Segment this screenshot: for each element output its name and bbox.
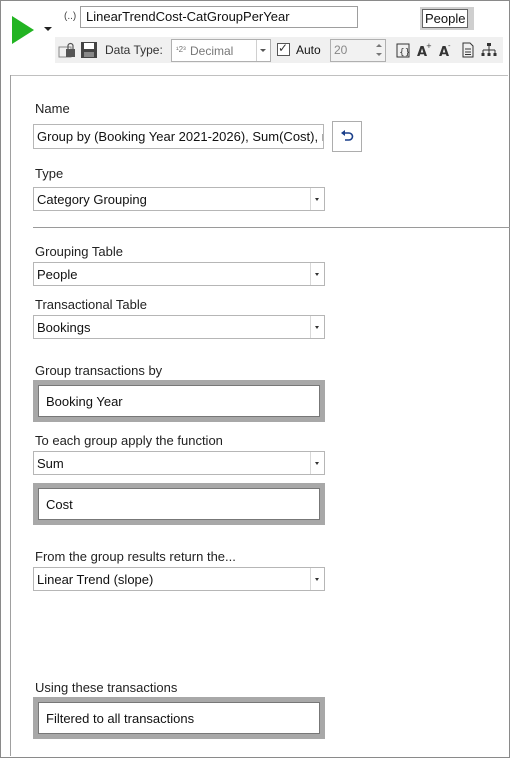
measure-editor-window	[0, 0, 510, 758]
chevron-down-icon[interactable]	[310, 263, 324, 285]
grouping-table-label: Grouping Table	[35, 244, 123, 259]
transactional-table-value: Bookings	[37, 320, 91, 335]
group-by-field[interactable]: Booking Year	[33, 380, 325, 422]
name-input[interactable]: Group by (Booking Year 2021-2026), Sum(C…	[33, 124, 324, 149]
using-transactions-field[interactable]: Filtered to all transactions	[33, 697, 325, 739]
font-decrease-icon[interactable]: A -	[438, 42, 454, 58]
function-field-inner[interactable]: Cost	[38, 488, 320, 520]
hierarchy-icon[interactable]	[481, 42, 497, 58]
lock-icon[interactable]	[58, 41, 78, 59]
function-label: To each group apply the function	[35, 433, 223, 448]
name-label: Name	[35, 101, 70, 116]
return-value: Linear Trend (slope)	[37, 572, 154, 587]
using-label: Using these transactions	[35, 680, 178, 695]
svg-text:{}: {}	[399, 48, 410, 58]
function-value: Sum	[37, 456, 64, 471]
grouping-table-dropdown[interactable]: People	[33, 262, 325, 286]
function-field-value: Cost	[46, 497, 73, 512]
panel-top-border	[10, 75, 508, 76]
transactional-table-label: Transactional Table	[35, 297, 148, 312]
stepper-down-icon[interactable]	[376, 53, 382, 56]
stepper-up-icon[interactable]	[376, 44, 382, 47]
chevron-down-icon[interactable]	[310, 568, 324, 590]
decimal-type-icon: ¹2³	[176, 45, 186, 54]
data-type-label: Data Type:	[105, 43, 163, 57]
font-increase-icon[interactable]: A +	[416, 42, 432, 58]
type-dropdown[interactable]: Category Grouping	[33, 187, 325, 211]
chevron-down-icon[interactable]	[310, 452, 324, 474]
measure-name-input[interactable]: LinearTrendCost-CatGroupPerYear	[80, 6, 358, 28]
auto-checkbox[interactable]	[277, 41, 290, 56]
type-value: Category Grouping	[37, 192, 147, 207]
chevron-down-icon[interactable]	[256, 40, 270, 61]
decimals-value: 20	[334, 43, 348, 57]
function-field[interactable]: Cost	[33, 483, 325, 525]
reset-name-button[interactable]	[332, 121, 362, 152]
panel-left-border	[10, 75, 11, 756]
group-by-value: Booking Year	[46, 394, 123, 409]
return-label: From the group results return the...	[35, 549, 236, 564]
table-selector-button[interactable]: People	[420, 7, 474, 30]
chevron-down-icon[interactable]	[310, 188, 324, 210]
table-selector-label: People	[422, 9, 468, 28]
type-label: Type	[35, 166, 64, 181]
svg-text:+: +	[426, 42, 432, 50]
document-icon[interactable]	[461, 42, 475, 58]
using-transactions-inner[interactable]: Filtered to all transactions	[38, 702, 320, 734]
grouping-table-value: People	[37, 267, 78, 282]
save-icon[interactable]	[80, 41, 98, 59]
auto-label: Auto	[296, 43, 321, 57]
undo-icon	[341, 130, 354, 141]
function-dropdown[interactable]: Sum	[33, 451, 325, 475]
using-transactions-value: Filtered to all transactions	[46, 711, 195, 726]
data-type-value: Decimal	[190, 44, 234, 58]
formula-icon[interactable]: (..)	[64, 11, 76, 22]
brackets-icon[interactable]: {}	[395, 43, 411, 59]
section-divider	[33, 227, 510, 228]
svg-text:-: -	[448, 42, 451, 50]
return-dropdown[interactable]: Linear Trend (slope)	[33, 567, 325, 591]
transactional-table-dropdown[interactable]: Bookings	[33, 315, 325, 339]
run-dropdown-chevron-icon[interactable]	[44, 27, 52, 31]
run-play-icon[interactable]	[12, 16, 34, 44]
decimals-stepper[interactable]: 20	[330, 39, 386, 62]
group-by-label: Group transactions by	[35, 363, 163, 378]
chevron-down-icon[interactable]	[310, 316, 324, 338]
group-by-inner[interactable]: Booking Year	[38, 385, 320, 417]
data-type-dropdown[interactable]: ¹2³ Decimal	[171, 39, 271, 62]
